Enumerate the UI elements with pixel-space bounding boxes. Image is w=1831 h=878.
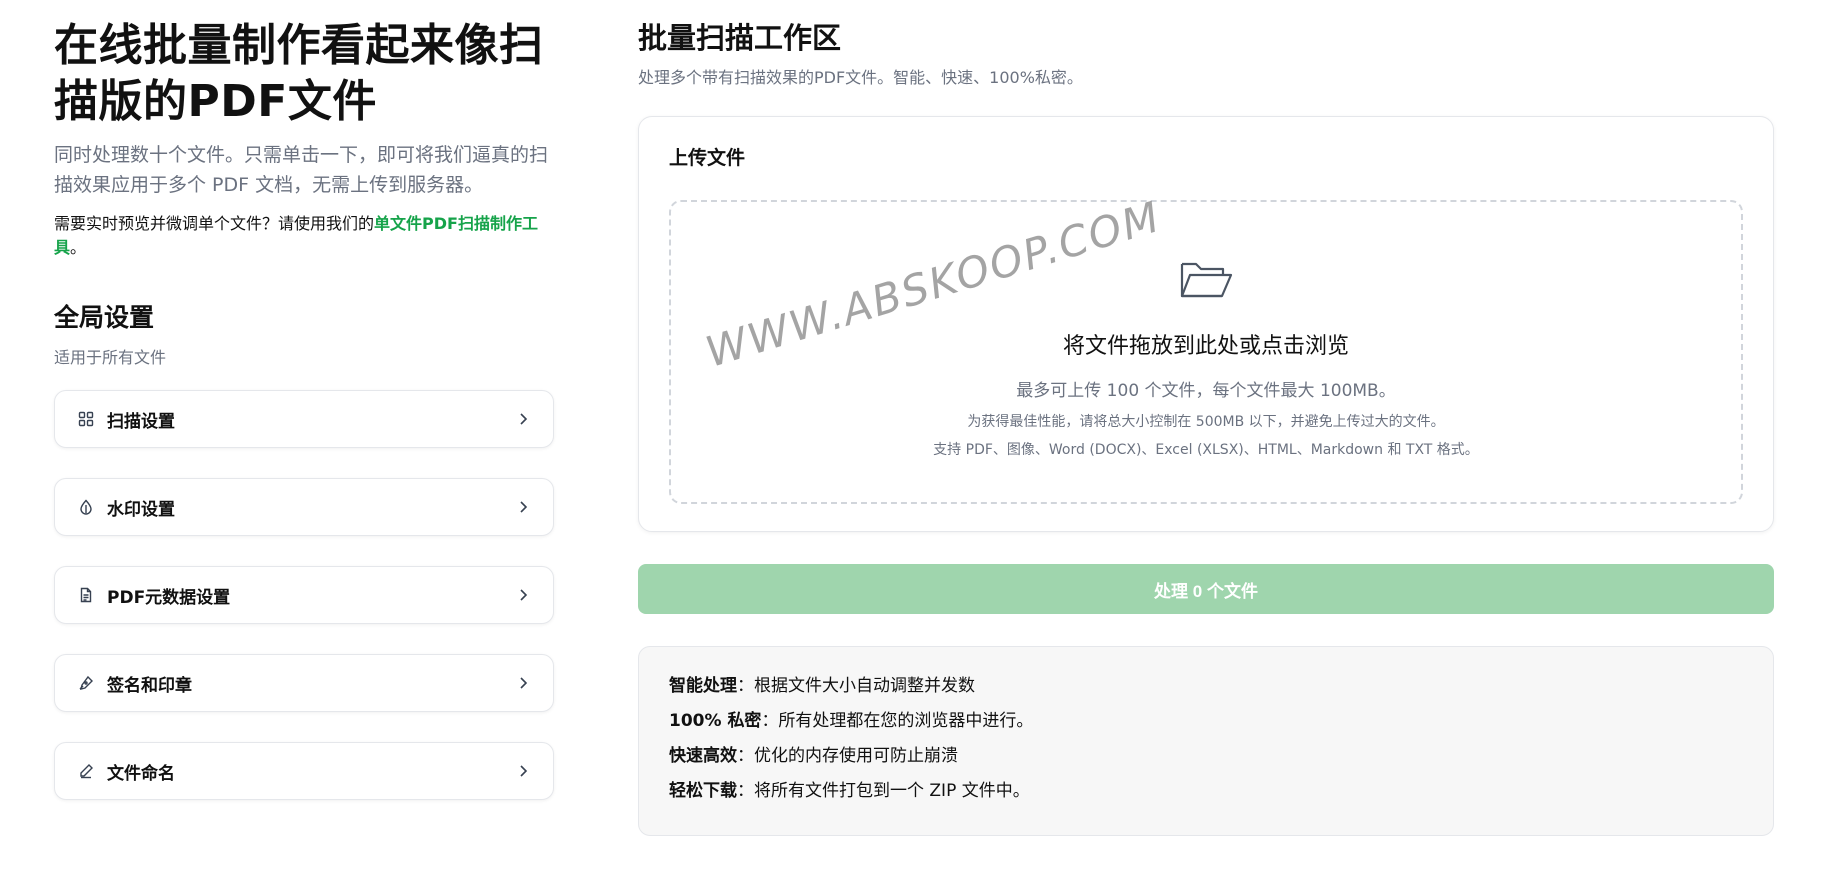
workspace-title: 批量扫描工作区 [638, 21, 842, 55]
feature-key: 快速高效 [669, 746, 737, 766]
folder-open-icon [1179, 258, 1233, 306]
edit-icon [77, 762, 95, 780]
droplet-icon [77, 498, 95, 516]
left-panel: 在线批量制作看起来像扫描版的PDF文件 同时处理数十个文件。只需单击一下，即可将… [54, 18, 554, 830]
upload-limit-text: 最多可上传 100 个文件，每个文件最大 100MB。 [1016, 381, 1396, 401]
page-title: 在线批量制作看起来像扫描版的PDF文件 [54, 20, 544, 127]
page-subtitle: 同时处理数十个文件。只需单击一下，即可将我们逼真的扫描效果应用于多个 PDF 文… [54, 144, 549, 196]
feature-value: ：根据文件大小自动调整并发数 [737, 676, 975, 696]
workspace-panel: 批量扫描工作区 处理多个带有扫描效果的PDF文件。智能、快速、100%私密。 上… [638, 18, 1774, 836]
pen-icon [77, 674, 95, 692]
feature-key: 轻松下载 [669, 781, 737, 801]
feature-row: 智能处理：根据文件大小自动调整并发数 [669, 669, 1743, 704]
feature-key: 智能处理 [669, 676, 737, 696]
chevron-right-icon [515, 411, 531, 427]
single-file-hint: 需要实时预览并微调单个文件？请使用我们的单文件PDF扫描制作工具。 [54, 212, 554, 260]
pdf-metadata-settings-item[interactable]: PDF元数据设置 [54, 566, 554, 624]
chevron-right-icon [515, 675, 531, 691]
setting-label: 扫描设置 [107, 411, 175, 432]
feature-row: 轻松下载：将所有文件打包到一个 ZIP 文件中。 [669, 774, 1743, 809]
setting-label: 文件命名 [107, 763, 175, 784]
file-dropzone[interactable]: 将文件拖放到此处或点击浏览 最多可上传 100 个文件，每个文件最大 100MB… [669, 200, 1743, 504]
setting-label: PDF元数据设置 [107, 587, 231, 608]
feature-key: 100% 私密 [669, 711, 762, 731]
upload-performance-text: 为获得最佳性能，请将总大小控制在 500MB 以下，并避免上传过大的文件。 [967, 414, 1445, 430]
upload-card: 上传文件 将文件拖放到此处或点击浏览 最多可上传 100 个文件，每个文件最大 … [638, 116, 1774, 532]
scan-settings-item[interactable]: 扫描设置 [54, 390, 554, 448]
signature-stamp-settings-item[interactable]: 签名和印章 [54, 654, 554, 712]
feature-value: ：将所有文件打包到一个 ZIP 文件中。 [737, 781, 1030, 801]
chevron-right-icon [515, 499, 531, 515]
feature-row: 快速高效：优化的内存使用可防止崩溃 [669, 739, 1743, 774]
file-naming-settings-item[interactable]: 文件命名 [54, 742, 554, 800]
settings-list: 扫描设置 水印设置 PDF元数据设置 签名和印章 文件命名 [54, 390, 554, 800]
workspace-subtitle: 处理多个带有扫描效果的PDF文件。智能、快速、100%私密。 [638, 68, 1083, 87]
setting-label: 水印设置 [107, 499, 175, 520]
feature-value: ：所有处理都在您的浏览器中进行。 [761, 711, 1034, 731]
upload-title: 上传文件 [669, 147, 746, 169]
grid-icon [77, 410, 95, 428]
drop-title: 将文件拖放到此处或点击浏览 [1062, 334, 1349, 359]
hint-text: 需要实时预览并微调单个文件？请使用我们的 [54, 214, 375, 233]
global-settings-title: 全局设置 [54, 303, 155, 332]
feature-value: ：优化的内存使用可防止崩溃 [737, 746, 958, 766]
watermark-settings-item[interactable]: 水印设置 [54, 478, 554, 536]
global-settings-subtitle: 适用于所有文件 [54, 348, 167, 367]
supported-formats-text: 支持 PDF、图像、Word (DOCX)、Excel (XLSX)、HTML、… [933, 442, 1479, 458]
feature-row: 100% 私密：所有处理都在您的浏览器中进行。 [669, 704, 1743, 739]
process-files-button[interactable]: 处理 0 个文件 [638, 564, 1774, 614]
document-icon [77, 586, 95, 604]
features-card: 智能处理：根据文件大小自动调整并发数 100% 私密：所有处理都在您的浏览器中进… [638, 646, 1774, 836]
chevron-right-icon [515, 763, 531, 779]
hint-suffix: 。 [70, 238, 87, 257]
setting-label: 签名和印章 [107, 675, 192, 696]
chevron-right-icon [515, 587, 531, 603]
